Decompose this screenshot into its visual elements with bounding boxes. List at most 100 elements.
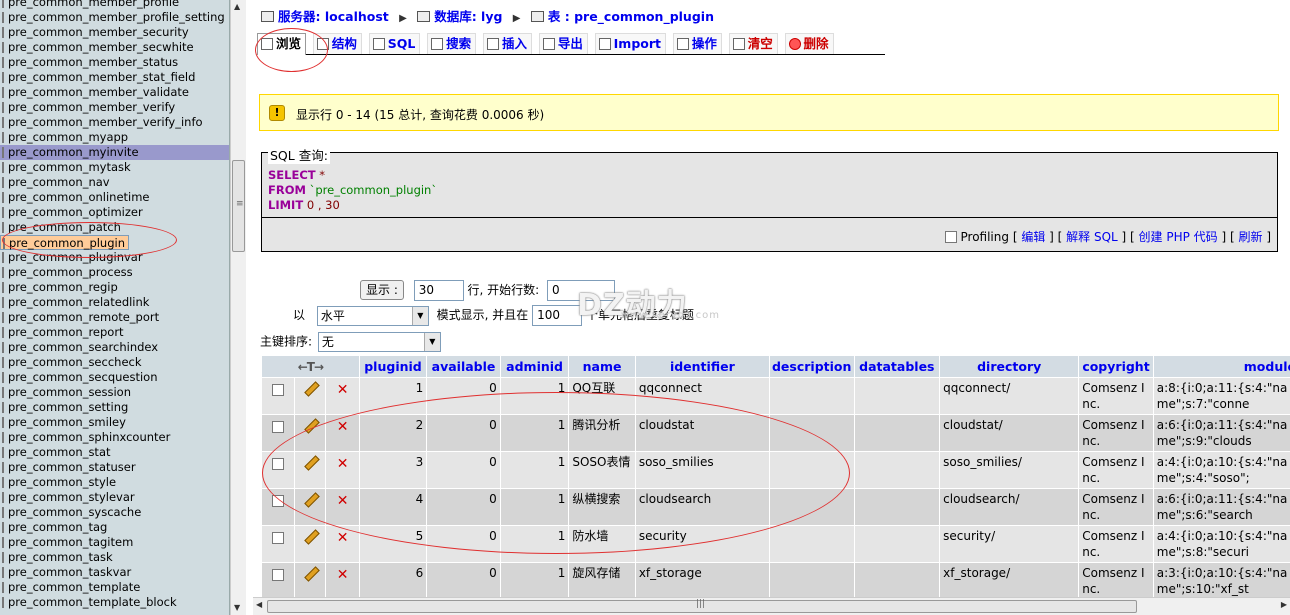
explain-sql-link[interactable]: 解释 SQL — [1066, 230, 1118, 244]
sidebar-table-item[interactable]: pre_common_stylevar — [0, 490, 229, 505]
sidebar-table-item[interactable]: pre_common_remote_port — [0, 310, 229, 325]
sidebar-table-item[interactable]: pre_common_member_status — [0, 55, 229, 70]
sidebar-table-item[interactable]: pre_common_member_profile_setting — [0, 10, 229, 25]
sidebar-table-item[interactable]: pre_common_regip — [0, 280, 229, 295]
display-mode-select[interactable]: 水平 ▼ — [316, 305, 429, 326]
tab-sql[interactable]: SQL — [368, 33, 421, 54]
sidebar-table-item[interactable]: pre_common_template — [0, 580, 229, 595]
tab-drop[interactable]: 删除 — [784, 33, 834, 54]
sidebar-table-item[interactable]: pre_common_pluginvar — [0, 250, 229, 265]
tab-empty[interactable]: 清空 — [728, 33, 778, 54]
repeat-headers-input[interactable]: 100 — [532, 305, 583, 326]
column-header-name[interactable]: name — [569, 356, 635, 377]
edit-pencil-icon[interactable] — [304, 567, 317, 580]
left-scroll-thumb[interactable]: ≡ — [232, 160, 245, 252]
column-header-available[interactable]: available — [427, 356, 500, 377]
sidebar-table-item[interactable]: pre_common_member_validate — [0, 85, 229, 100]
sidebar-table-item[interactable]: pre_common_searchindex — [0, 340, 229, 355]
sidebar-table-item[interactable]: pre_common_setting — [0, 400, 229, 415]
delete-x-icon[interactable]: ✕ — [337, 567, 349, 583]
sidebar-table-item[interactable]: pre_common_session — [0, 385, 229, 400]
sidebar-table-item[interactable]: pre_common_statuser — [0, 460, 229, 475]
table-link[interactable]: pre_common_plugin — [574, 9, 714, 24]
database-link[interactable]: lyg — [481, 9, 502, 24]
sidebar-table-item[interactable]: pre_common_relatedlink — [0, 295, 229, 310]
sidebar-table-item[interactable]: pre_common_report — [0, 325, 229, 340]
sidebar-table-item[interactable]: pre_common_style — [0, 475, 229, 490]
column-header-copyright[interactable]: copyright — [1079, 356, 1153, 377]
tab-search[interactable]: 搜索 — [427, 33, 477, 54]
column-header-pluginid[interactable]: pluginid — [359, 356, 427, 377]
tab-operations[interactable]: 操作 — [672, 33, 722, 54]
show-button[interactable]: 显示 : — [360, 280, 404, 300]
delete-x-icon[interactable]: ✕ — [337, 456, 349, 472]
sidebar-table-item[interactable]: pre_common_myapp — [0, 130, 229, 145]
edit-pencil-icon[interactable] — [304, 456, 317, 469]
sidebar-table-item[interactable]: pre_common_secquestion — [0, 370, 229, 385]
tab-insert[interactable]: 插入 — [482, 33, 532, 54]
edit-link[interactable]: 编辑 — [1021, 230, 1045, 244]
row-checkbox[interactable] — [272, 421, 285, 433]
sidebar-table-item[interactable]: pre_common_optimizer — [0, 205, 229, 220]
sidebar-table-item[interactable]: pre_common_smiley — [0, 415, 229, 430]
column-header-module[interactable]: module — [1153, 356, 1290, 377]
sidebar-table-item[interactable]: pre_common_member_verify_info — [0, 115, 229, 130]
sidebar-table-item[interactable]: pre_common_tag — [0, 520, 229, 535]
sidebar-table-item[interactable]: pre_common_member_security — [0, 25, 229, 40]
column-header-directory[interactable]: directory — [940, 356, 1079, 377]
server-link[interactable]: localhost — [325, 9, 389, 24]
refresh-link[interactable]: 刷新 — [1238, 230, 1262, 244]
row-checkbox[interactable] — [272, 458, 285, 470]
tab-import[interactable]: Import — [594, 33, 667, 54]
sidebar-table-item[interactable]: pre_common_member_profile — [0, 0, 229, 10]
delete-x-icon[interactable]: ✕ — [337, 530, 349, 546]
tab-export[interactable]: 导出 — [538, 33, 588, 54]
horizontal-scrollbar[interactable]: ◀ ||| ▶ — [253, 597, 1290, 615]
sidebar-table-item[interactable]: pre_common_member_secwhite — [0, 40, 229, 55]
profiling-checkbox[interactable] — [944, 231, 957, 243]
sidebar-table-item[interactable]: pre_common_template_block — [0, 595, 229, 610]
delete-x-icon[interactable]: ✕ — [337, 382, 349, 398]
horizontal-scroll-thumb[interactable]: ||| — [267, 599, 1137, 613]
edit-pencil-icon[interactable] — [304, 493, 317, 506]
sidebar-table-item[interactable]: pre_common_nav — [0, 175, 229, 190]
sidebar-table-item[interactable]: pre_common_seccheck — [0, 355, 229, 370]
sidebar-table-item[interactable]: pre_common_process — [0, 265, 229, 280]
sidebar-table-item[interactable]: pre_common_plugin — [0, 235, 130, 250]
tab-browse[interactable]: 浏览 — [257, 33, 307, 55]
row-checkbox[interactable] — [272, 384, 285, 396]
edit-pencil-icon[interactable] — [304, 419, 317, 432]
column-header-adminid[interactable]: adminid — [500, 356, 569, 377]
row-checkbox[interactable] — [272, 495, 285, 507]
sort-arrows-icon[interactable]: ←T→ — [298, 360, 324, 374]
row-checkbox[interactable] — [272, 569, 285, 581]
create-php-link[interactable]: 创建 PHP 代码 — [1139, 230, 1218, 244]
tab-structure[interactable]: 结构 — [312, 33, 362, 54]
edit-pencil-icon[interactable] — [304, 382, 317, 395]
left-scrollbar[interactable]: ▲ ≡ ▼ — [230, 0, 246, 615]
scroll-right-arrow-icon[interactable]: ▶ — [1281, 600, 1287, 609]
sidebar-table-item[interactable]: pre_common_mytask — [0, 160, 229, 175]
delete-x-icon[interactable]: ✕ — [337, 419, 349, 435]
column-header-description[interactable]: description — [769, 356, 854, 377]
sidebar-table-item[interactable]: pre_common_stat — [0, 445, 229, 460]
scroll-left-arrow-icon[interactable]: ◀ — [256, 600, 262, 609]
scroll-down-arrow-icon[interactable]: ▼ — [234, 603, 240, 612]
sidebar-table-item[interactable]: pre_common_tagitem — [0, 535, 229, 550]
column-header-identifier[interactable]: identifier — [635, 356, 769, 377]
row-checkbox[interactable] — [272, 532, 285, 544]
scroll-up-arrow-icon[interactable]: ▲ — [234, 2, 240, 11]
sidebar-table-item[interactable]: pre_common_patch — [0, 220, 229, 235]
sidebar-table-item[interactable]: pre_common_taskvar — [0, 565, 229, 580]
delete-x-icon[interactable]: ✕ — [337, 493, 349, 509]
sidebar-table-item[interactable]: pre_common_task — [0, 550, 229, 565]
sort-key-select[interactable]: 无 ▼ — [317, 332, 441, 352]
rows-input[interactable]: 30 — [413, 280, 464, 301]
sidebar-table-item[interactable]: pre_common_onlinetime — [0, 190, 229, 205]
sidebar-table-item[interactable]: pre_common_member_stat_field — [0, 70, 229, 85]
sidebar-table-item[interactable]: pre_common_myinvite — [0, 145, 229, 160]
sidebar-table-item[interactable]: pre_common_member_verify — [0, 100, 229, 115]
column-header-datatables[interactable]: datatables — [854, 356, 940, 377]
sidebar-table-item[interactable]: pre_common_sphinxcounter — [0, 430, 229, 445]
edit-pencil-icon[interactable] — [304, 530, 317, 543]
